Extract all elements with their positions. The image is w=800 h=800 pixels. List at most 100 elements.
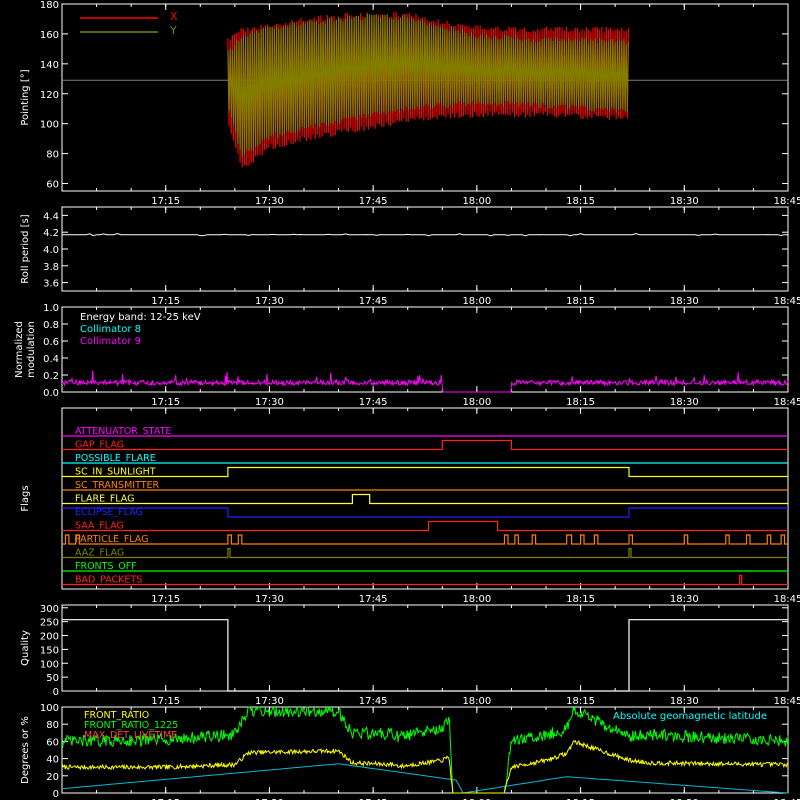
x-tick-label: 18:15	[566, 397, 595, 408]
x-tick-label: 17:45	[359, 196, 388, 207]
x-tick-label: 18:30	[670, 196, 699, 207]
x-tick-label: 17:45	[359, 296, 388, 307]
flag-trace	[62, 507, 788, 518]
y-axis-label: Quality	[20, 630, 31, 666]
y-tick-label: 40	[46, 755, 59, 766]
flag-aaz-flag: AAZ_FLAG	[62, 548, 788, 559]
flag-saa-flag: SAA_FLAG	[62, 521, 788, 532]
flag-label: SC_TRANSMITTER	[75, 480, 160, 491]
x-tick-label: 18:30	[670, 696, 699, 707]
y-axis-label: Normalized	[14, 321, 25, 378]
x-tick-label: 18:15	[566, 296, 595, 307]
legend: XY	[80, 10, 178, 37]
quality-line	[62, 619, 788, 692]
x-tick-label: 17:15	[151, 397, 180, 408]
y-tick-label: 250	[40, 618, 59, 629]
x-tick-label: 17:30	[255, 397, 284, 408]
collimator-9-line	[61, 370, 789, 393]
flag-sc-in-sunlight: SC_IN_SUNLIGHT	[62, 467, 788, 478]
panel-3: 17:15 17:30 17:45 18:00 18:15 18:30 18:45 1.0 0.…	[14, 303, 800, 408]
y-tick-label: 200	[40, 632, 59, 643]
x-tick-label: 18:00	[462, 397, 491, 408]
flag-flare-flag: FLARE_FLAG	[62, 494, 788, 505]
legend: FRONT_RATIOFRONT_RATIO_1225MAX_DET_LIVET…	[84, 710, 178, 741]
flag-gap-flag: GAP_FLAG	[62, 440, 788, 451]
x-tick-label: 18:30	[670, 296, 699, 307]
x-tick-label: 18:15	[566, 196, 595, 207]
x-tick-label: 17:15	[151, 196, 180, 207]
x-tick-label: 18:30	[670, 397, 699, 408]
flag-trace	[62, 439, 788, 451]
annotation-2: Collimator 8	[80, 324, 141, 335]
x-tick-label: 17:30	[255, 594, 284, 605]
x-tick-label: 18:45	[774, 397, 800, 408]
panel-5: 17:15 17:30 17:45 18:00 18:15 18:30 18:45 300 25…	[20, 604, 800, 707]
panel-2: 17:15 17:30 17:45 18:00 18:15 18:30 18:45 4.4 4.…	[20, 206, 800, 307]
series-absolute-geomagnetic-latitude-line	[61, 763, 789, 794]
panel-4: 17:15 17:30 17:45 18:00 18:15 18:30 18:45 Flags…	[20, 407, 800, 605]
y-tick-label: 0.6	[43, 337, 59, 348]
x-tick-label: 18:15	[566, 594, 595, 605]
flag-label: SAA_FLAG	[75, 521, 124, 532]
flag-label: FLARE_FLAG	[75, 494, 135, 505]
flag-trace	[62, 520, 788, 532]
x-tick-label: 17:45	[359, 594, 388, 605]
panel-1: 17:15 17:30 17:45 18:00 18:15 18:30 18:45 180 16…	[20, 0, 800, 207]
y-tick-label: 300	[40, 604, 59, 615]
flag-eclipse-flag: ECLIPSE_FLAG	[62, 507, 788, 518]
y-tick-label: 1.0	[43, 303, 59, 314]
y-tick-label: 3.8	[43, 262, 59, 273]
annotation-3: Collimator 9	[80, 336, 141, 347]
y-tick-label: 140	[40, 60, 59, 71]
flag-label: FRONTS_OFF	[75, 561, 137, 572]
x-tick-label: 18:00	[462, 696, 491, 707]
plot-frame	[61, 206, 789, 292]
y-tick-label: 180	[40, 0, 59, 11]
x-tick-label: 17:45	[359, 397, 388, 408]
y-axis-label: Flags	[20, 485, 31, 511]
y-tick-label: 0.2	[43, 371, 59, 382]
plot-frame	[61, 604, 789, 692]
y-tick-label: 0.8	[43, 320, 59, 331]
flag-sc-transmitter: SC_TRANSMITTER	[62, 480, 788, 491]
roll-period-line	[62, 232, 788, 237]
annotation-1: Energy band: 12-25 keV	[80, 312, 201, 323]
y-tick-label: 100	[40, 659, 59, 670]
flag-trace	[62, 547, 788, 559]
y-tick-label: 4.0	[43, 245, 59, 256]
x-tick-label: 18:15	[566, 696, 595, 707]
x-tick-label: 17:30	[255, 296, 284, 307]
y-axis-label: Pointing [°]	[20, 69, 31, 125]
flag-label: ATTENUATOR_STATE	[75, 426, 171, 437]
y-tick-label: 120	[40, 90, 59, 101]
y-tick-label: 20	[46, 772, 59, 783]
flag-label: AAZ_FLAG	[75, 548, 124, 559]
legend-label-3: MAX_DET_LIVETIME	[84, 730, 177, 741]
x-tick-label: 17:15	[151, 696, 180, 707]
y-axis-label: Degrees or %	[20, 716, 31, 784]
x-tick-label: 17:15	[151, 296, 180, 307]
legend-label-x: X	[170, 10, 178, 23]
flag-label: BAD_PACKETS	[75, 575, 142, 586]
y-tick-label: 3.6	[43, 279, 59, 290]
flag-trace	[62, 534, 788, 545]
x-tick-label: 18:45	[774, 696, 800, 707]
y-tick-label: 100	[40, 120, 59, 131]
y-tick-label: 60	[46, 180, 59, 191]
flag-label: PARTICLE_FLAG	[75, 534, 148, 545]
flag-label: ECLIPSE_FLAG	[75, 507, 143, 518]
panel-6: 17:1517:3017:4518:0018:1518:3018:4510080…	[20, 703, 800, 800]
figure: 17:15 17:30 17:45 18:00 18:15 18:30 18:45 180 16…	[14, 0, 800, 800]
y-tick-label: 0	[53, 687, 59, 698]
y-tick-label: 60	[46, 737, 59, 748]
flag-fronts-off: FRONTS_OFF	[62, 561, 788, 572]
y-tick-label: 100	[40, 703, 59, 714]
flag-label: POSSIBLE_FLARE	[75, 453, 156, 464]
y-tick-label: 0.4	[43, 354, 59, 365]
flag-bad-packets: BAD_PACKETS	[62, 575, 788, 586]
flag-trace	[62, 466, 788, 478]
x-tick-label: 18:30	[670, 594, 699, 605]
y-axis-label: modulation	[26, 321, 37, 378]
y-axis-label: Roll period [s]	[20, 214, 31, 283]
flag-trace	[62, 493, 788, 505]
